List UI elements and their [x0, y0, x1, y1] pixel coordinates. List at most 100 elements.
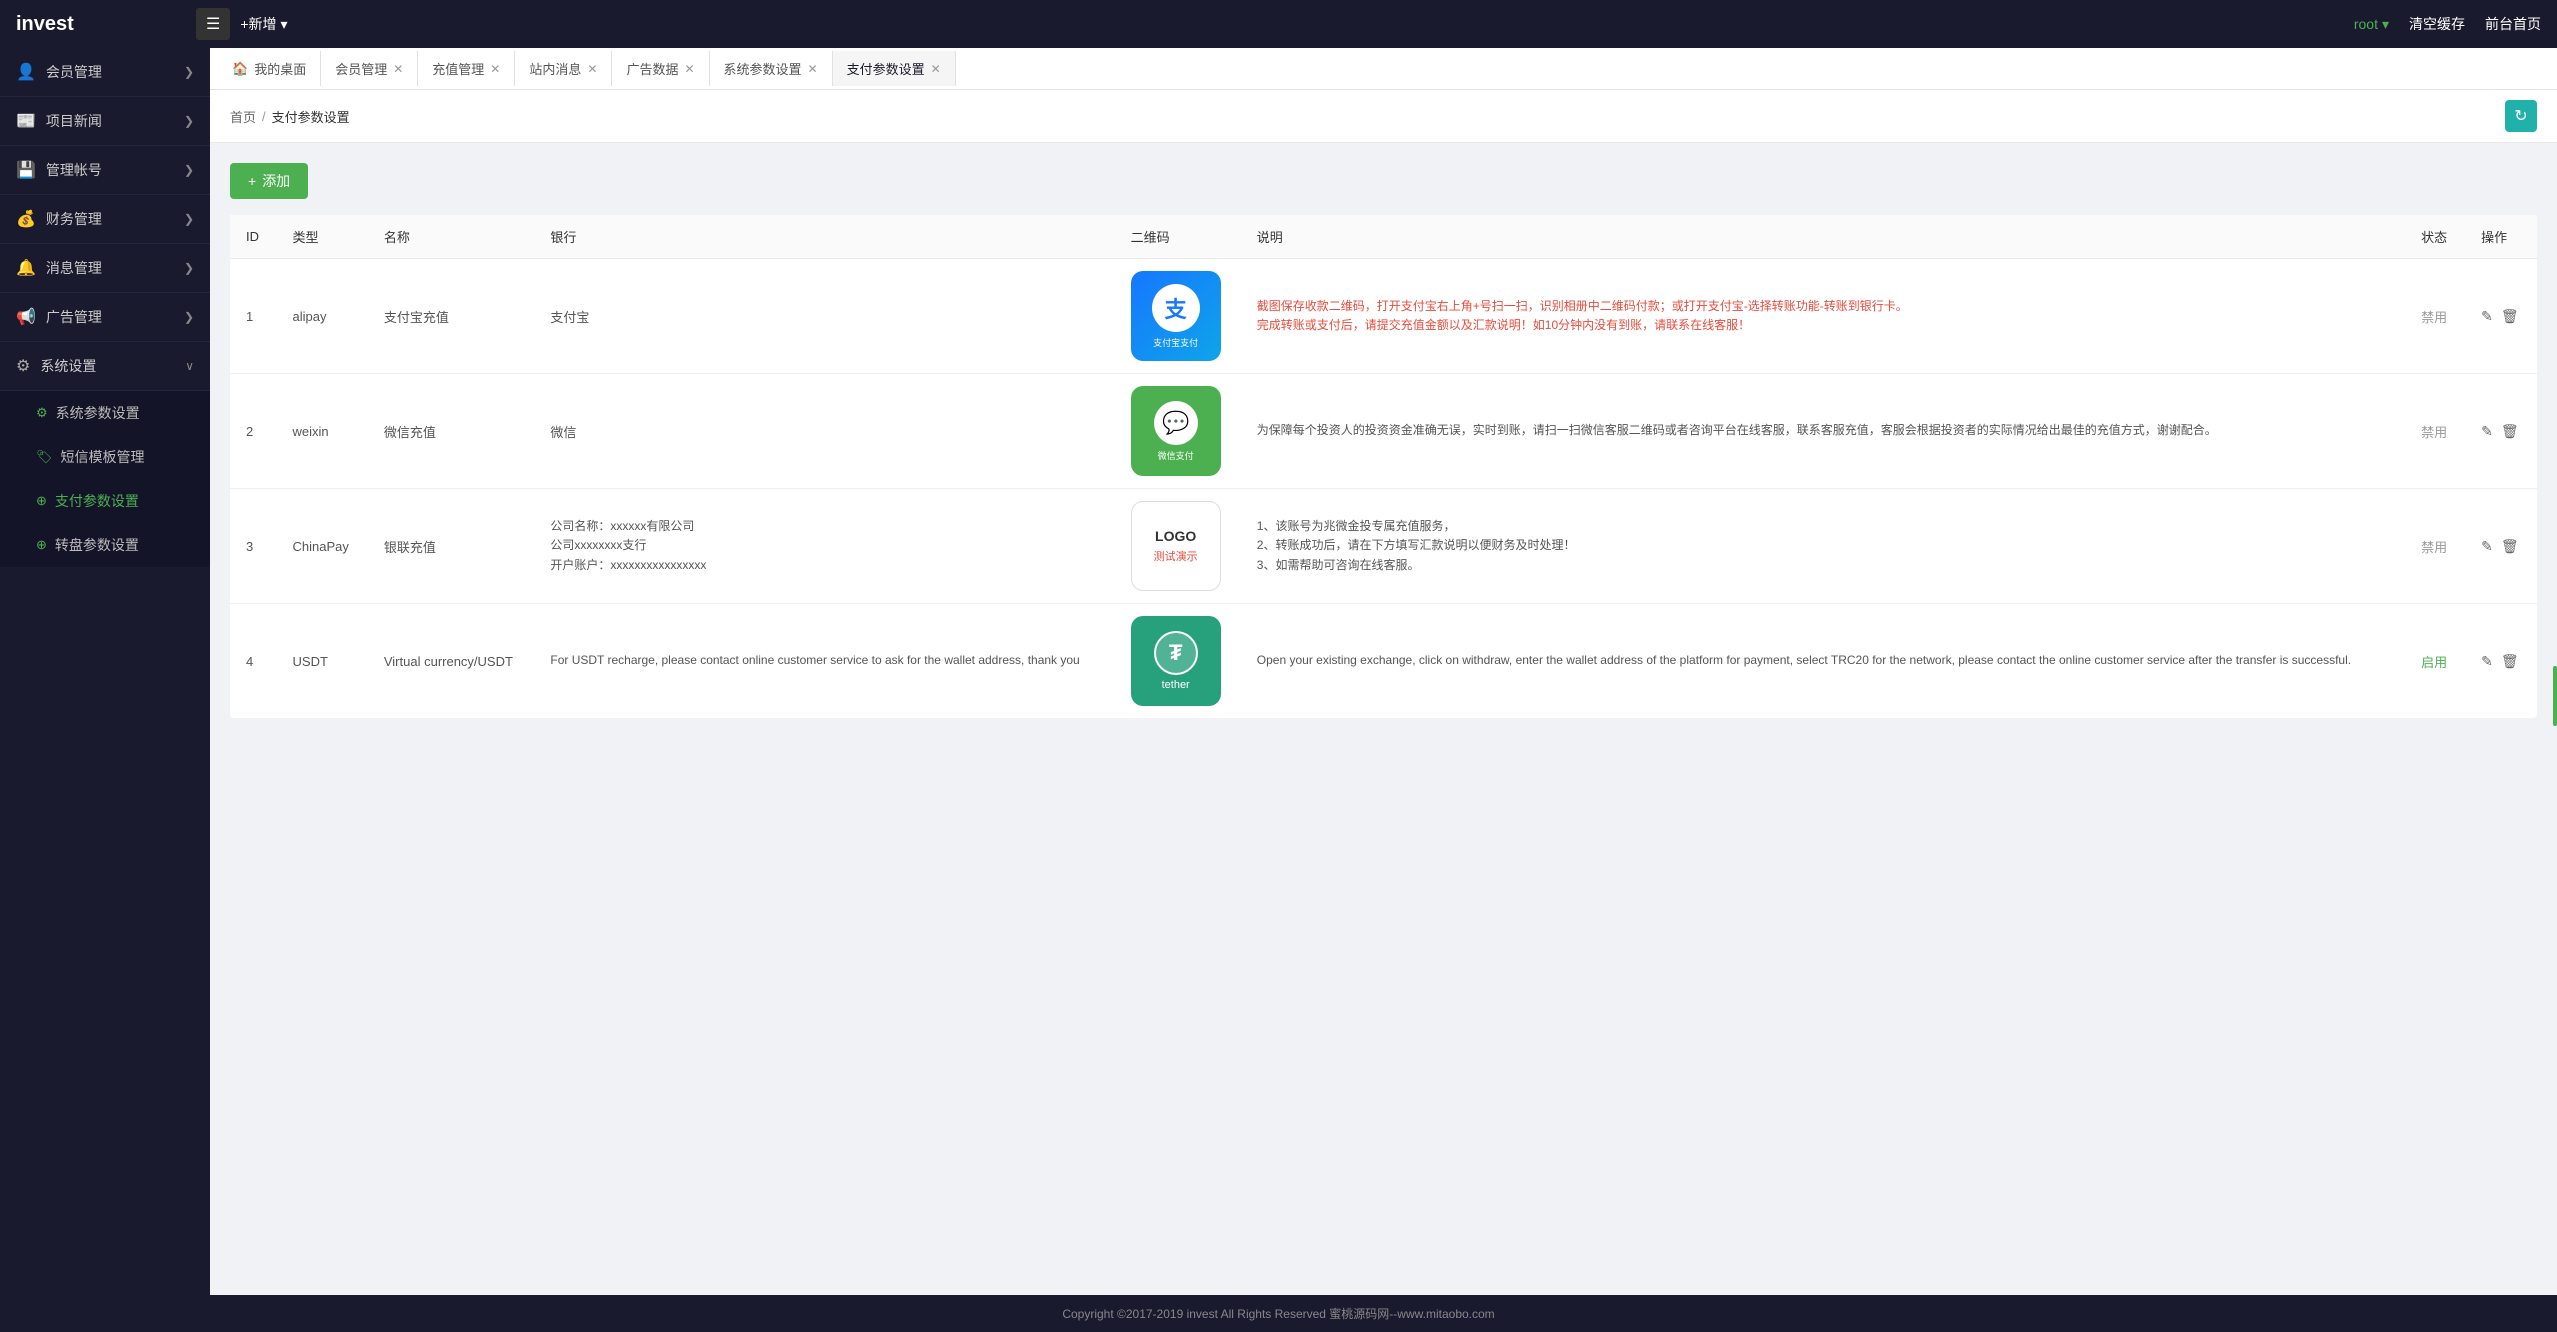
wheel-params-icon: ⊕: [36, 537, 47, 553]
delete-button[interactable]: 🗑: [2501, 308, 2519, 325]
tab-sys-params[interactable]: 系统参数设置 ✕: [710, 51, 833, 86]
sidebar-item-member[interactable]: 👤 会员管理 ❯: [0, 48, 210, 97]
clear-cache-button[interactable]: 清空缓存: [2409, 14, 2465, 34]
cell-bank-detail: 公司名称：xxxxxx有限公司公司xxxxxxxx支行开户账户：xxxxxxxx…: [534, 489, 1114, 604]
tab-ad-data[interactable]: 广告数据 ✕: [612, 51, 709, 86]
user-info[interactable]: root ▾: [2354, 16, 2389, 33]
tab-close-icon[interactable]: ✕: [931, 62, 941, 76]
delete-button[interactable]: 🗑: [2501, 653, 2519, 670]
col-header-type: 类型: [277, 215, 368, 259]
tether-circle: ₮: [1154, 631, 1198, 675]
sidebar-item-label: 项目新闻: [46, 111, 174, 131]
cell-bank: 微信: [534, 374, 1114, 489]
wechat-description: 为保障每个投资人的投资资金准确无误，实时到账，请扫一扫微信客服二维码或者咨询平台…: [1257, 421, 2389, 440]
settings-icon: ⚙: [16, 356, 30, 376]
wechat-logo-circle: 💬: [1154, 401, 1198, 445]
action-buttons: ✎ 🗑: [2481, 423, 2521, 440]
cell-type: alipay: [277, 259, 368, 374]
sidebar-item-sys-params[interactable]: ⚙ 系统参数设置: [0, 391, 210, 435]
table-row: 3 ChinaPay 银联充值 公司名称：xxxxxx有限公司公司xxxxxxx…: [230, 489, 2537, 604]
sidebar-item-project[interactable]: 📰 项目新闻 ❯: [0, 97, 210, 146]
hamburger-button[interactable]: ☰: [196, 8, 230, 40]
wechat-qr-label: 微信支付: [1158, 449, 1194, 462]
sidebar-item-message[interactable]: 🔔 消息管理 ❯: [0, 244, 210, 293]
tab-close-icon[interactable]: ✕: [587, 62, 597, 76]
tab-site-messages[interactable]: 站内消息 ✕: [515, 51, 612, 86]
sidebar-item-admin[interactable]: 💾 管理帐号 ❯: [0, 146, 210, 195]
tab-member-mgmt[interactable]: 会员管理 ✕: [321, 51, 418, 86]
delete-button[interactable]: 🗑: [2501, 538, 2519, 555]
cell-id: 1: [230, 259, 277, 374]
sidebar-item-wheel-params[interactable]: ⊕ 转盘参数设置: [0, 523, 210, 567]
sidebar-item-ads[interactable]: 📢 广告管理 ❯: [0, 293, 210, 342]
col-header-bank: 银行: [534, 215, 1114, 259]
message-icon: 🔔: [16, 258, 36, 278]
cell-bank-detail: For USDT recharge, please contact online…: [534, 604, 1114, 719]
user-dropdown-icon: ▾: [2382, 16, 2389, 33]
add-button[interactable]: + 添加: [230, 163, 308, 199]
chevron-right-icon: ❯: [184, 65, 194, 79]
tab-recharge-mgmt[interactable]: 充值管理 ✕: [418, 51, 515, 86]
tab-close-icon[interactable]: ✕: [808, 62, 818, 76]
alipay-qr-image: 支 支付宝支付: [1131, 271, 1221, 361]
tab-close-icon[interactable]: ✕: [684, 62, 694, 76]
admin-icon: 💾: [16, 160, 36, 180]
tab-pay-params[interactable]: 支付参数设置 ✕: [833, 51, 956, 86]
new-btn-arrow: ▾: [281, 16, 288, 33]
col-header-name: 名称: [368, 215, 535, 259]
sidebar-item-finance[interactable]: 💰 财务管理 ❯: [0, 195, 210, 244]
cell-status: 启用: [2405, 604, 2465, 719]
cell-status: 禁用: [2405, 259, 2465, 374]
action-buttons: ✎ 🗑: [2481, 308, 2521, 325]
tab-home[interactable]: 🏠 我的桌面: [218, 51, 321, 86]
cell-name: 银联充值: [368, 489, 535, 604]
cell-actions: ✎ 🗑: [2465, 259, 2537, 374]
delete-button[interactable]: 🗑: [2501, 423, 2519, 440]
cell-qr: 💬 微信支付: [1115, 374, 1241, 489]
tab-label: 我的桌面: [254, 59, 306, 78]
tab-label: 广告数据: [626, 59, 678, 78]
main-layout: 👤 会员管理 ❯ 📰 项目新闻 ❯ 💾 管理帐号 ❯ 💰 财务管理 ❯ 🔔 消息…: [0, 48, 2557, 1295]
sub-item-label: 转盘参数设置: [55, 535, 139, 555]
cell-type: USDT: [277, 604, 368, 719]
tab-close-icon[interactable]: ✕: [490, 62, 500, 76]
frontend-button[interactable]: 前台首页: [2485, 14, 2541, 34]
chevron-right-icon: ❯: [184, 310, 194, 324]
new-button[interactable]: +新增 ▾: [240, 14, 287, 34]
footer: Copyright ©2017-2019 invest All Rights R…: [0, 1295, 2557, 1332]
new-btn-label: +新增: [240, 14, 276, 34]
breadcrumb: 首页 / 支付参数设置: [230, 107, 350, 126]
col-header-id: ID: [230, 215, 277, 259]
edit-button[interactable]: ✎: [2481, 423, 2493, 440]
table-row: 4 USDT Virtual currency/USDT For USDT re…: [230, 604, 2537, 719]
home-icon: 🏠: [232, 61, 248, 77]
edit-button[interactable]: ✎: [2481, 538, 2493, 555]
breadcrumb-bar: 首页 / 支付参数设置 ↻: [210, 90, 2557, 143]
breadcrumb-current: 支付参数设置: [272, 107, 350, 126]
add-icon: +: [248, 173, 256, 189]
breadcrumb-home[interactable]: 首页: [230, 107, 256, 126]
chinapay-description: 1、该账号为兆微金投专属充值服务，2、转账成功后，请在下方填写汇款说明以便财务及…: [1257, 517, 2389, 575]
tab-close-icon[interactable]: ✕: [393, 62, 403, 76]
cell-status: 禁用: [2405, 374, 2465, 489]
chinapay-demo-text: 测试演示: [1154, 548, 1198, 564]
col-header-qr: 二维码: [1115, 215, 1241, 259]
refresh-button[interactable]: ↻: [2505, 100, 2537, 132]
edit-button[interactable]: ✎: [2481, 308, 2493, 325]
cell-id: 4: [230, 604, 277, 719]
cell-desc: 1、该账号为兆微金投专属充值服务，2、转账成功后，请在下方填写汇款说明以便财务及…: [1241, 489, 2405, 604]
edit-button[interactable]: ✎: [2481, 653, 2493, 670]
cell-id: 2: [230, 374, 277, 489]
cell-desc: Open your existing exchange, click on wi…: [1241, 604, 2405, 719]
sub-item-label: 系统参数设置: [56, 403, 140, 423]
sidebar-item-sms-template[interactable]: 🏷 短信模板管理: [0, 435, 210, 479]
cell-bank: 支付宝: [534, 259, 1114, 374]
alipay-qr-label: 支付宝支付: [1153, 336, 1198, 349]
sub-item-label: 支付参数设置: [55, 491, 139, 511]
sidebar-item-settings[interactable]: ⚙ 系统设置 ∨: [0, 342, 210, 391]
finance-icon: 💰: [16, 209, 36, 229]
tab-label: 站内消息: [529, 59, 581, 78]
sidebar-item-pay-params[interactable]: ⊕ 支付参数设置: [0, 479, 210, 523]
chevron-right-icon: ❯: [184, 163, 194, 177]
top-header: invest ☰ +新增 ▾ root ▾ 清空缓存 前台首页: [0, 0, 2557, 48]
